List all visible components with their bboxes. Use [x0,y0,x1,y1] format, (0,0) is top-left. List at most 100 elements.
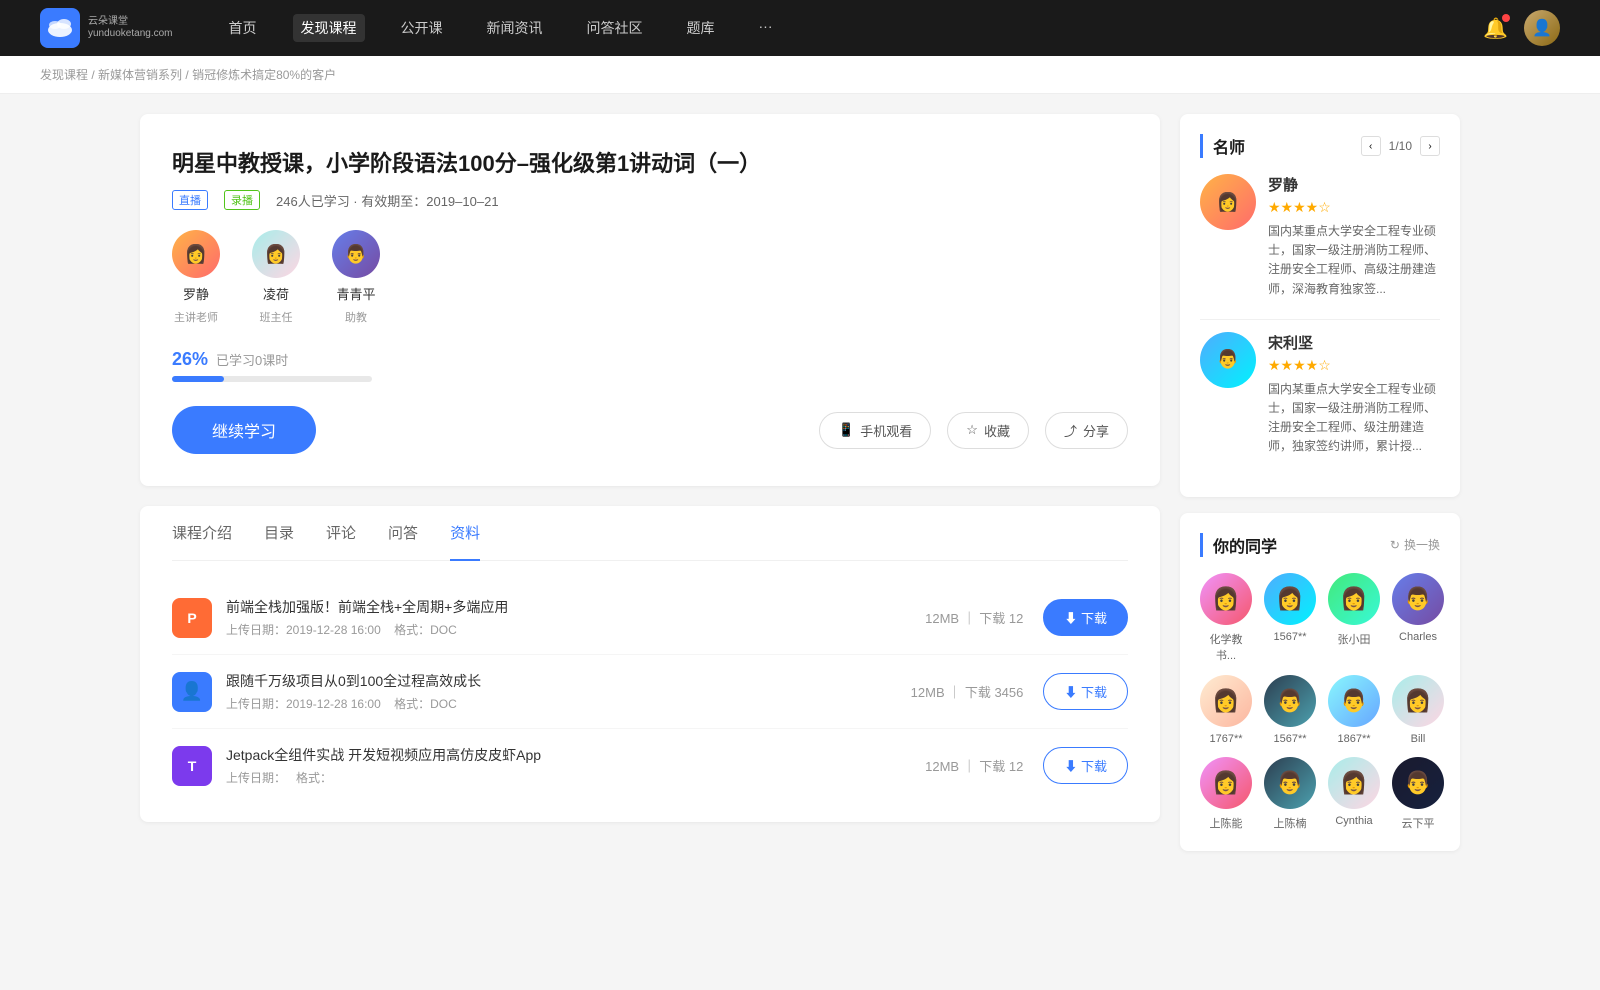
share-icon: ⤴ [1064,421,1077,440]
teachers-next-button[interactable]: › [1420,136,1440,156]
logo-title: 云朵课堂 [88,16,173,28]
collect-button[interactable]: ☆ 收藏 [947,412,1029,449]
file-meta-3: 上传日期： 格式： [226,769,925,786]
teacher-name-luojing: 罗静 [183,284,209,303]
file-name-3: Jetpack全组件实战 开发短视频应用高仿皮皮虾App [226,745,925,765]
classmate-avatar-12: 👨 [1392,757,1444,809]
star-icon: ☆ [966,422,978,438]
breadcrumb-discover[interactable]: 发现课程 [40,68,88,82]
classmates-panel-header: 你的同学 ↻ 换一换 [1200,533,1440,557]
notification-badge [1502,14,1510,22]
logo-subtitle: yunduoketang.com [88,28,173,40]
nav-public[interactable]: 公开课 [393,14,451,42]
teachers-panel-title: 名师 [1200,134,1245,158]
teachers-prev-button[interactable]: ‹ [1361,136,1381,156]
classmates-grid: 👩 化学教书... 👩 1567** 👩 张小田 👨 Charles 👩 [1200,573,1440,831]
breadcrumb: 发现课程 / 新媒体营销系列 / 销冠修炼术搞定80%的客户 [0,56,1600,94]
bell-icon[interactable]: 🔔 [1483,16,1508,41]
classmate-6[interactable]: 👨 1567** [1264,675,1316,745]
breadcrumb-series[interactable]: 新媒体营销系列 [98,68,182,82]
classmate-name-2: 1567** [1273,631,1306,643]
share-button[interactable]: ⤴ 分享 [1045,412,1128,449]
classmate-avatar-6: 👨 [1264,675,1316,727]
download-button-3[interactable]: ⬇ 下载 [1043,747,1128,784]
nav-home[interactable]: 首页 [221,14,265,42]
tab-qa[interactable]: 问答 [388,506,418,561]
classmate-4[interactable]: 👨 Charles [1392,573,1444,663]
action-row: 继续学习 📱 手机观看 ☆ 收藏 ⤴ 分享 [172,406,1128,454]
course-title: 明星中教授课，小学阶段语法100分–强化级第1讲动词（一） [172,146,1128,178]
tc-info-songlijian: 宋利坚 ★★★★☆ 国内某重点大学安全工程专业硕士，国家一级注册消防工程师、注册… [1268,332,1440,457]
tag-live: 直播 [172,190,208,210]
classmate-2[interactable]: 👩 1567** [1264,573,1316,663]
breadcrumb-current: 销冠修炼术搞定80%的客户 [192,68,336,82]
progress-bar-background [172,376,372,382]
classmate-avatar-1: 👩 [1200,573,1252,625]
tc-name-songlijian: 宋利坚 [1268,332,1440,353]
nav-news[interactable]: 新闻资讯 [479,14,551,42]
teacher-card-songlijian: 👨 宋利坚 ★★★★☆ 国内某重点大学安全工程专业硕士，国家一级注册消防工程师、… [1200,332,1440,457]
tc-name-luojing: 罗静 [1268,174,1440,195]
classmate-name-3: 张小田 [1338,631,1371,647]
teacher-name-qingqingping: 青青平 [336,284,375,303]
file-info-2: 跟随千万级项目从0到100全过程高效成长 上传日期：2019-12-28 16:… [226,671,911,712]
classmate-5[interactable]: 👩 1767** [1200,675,1252,745]
classmate-3[interactable]: 👩 张小田 [1328,573,1380,663]
download-button-2[interactable]: ⬇ 下载 [1043,673,1128,710]
file-info-1: 前端全栈加强版！前端全栈+全周期+多端应用 上传日期：2019-12-28 16… [226,597,925,638]
tab-review[interactable]: 评论 [326,506,356,561]
progress-label: 26% 已学习0课时 [172,349,1128,370]
nav-more[interactable]: ··· [751,14,781,42]
user-avatar[interactable]: 👤 [1524,10,1560,46]
file-item-3: T Jetpack全组件实战 开发短视频应用高仿皮皮虾App 上传日期： 格式：… [172,729,1128,802]
refresh-icon: ↻ [1390,538,1400,552]
classmate-1[interactable]: 👩 化学教书... [1200,573,1252,663]
classmate-avatar-8: 👩 [1392,675,1444,727]
tabs-content: P 前端全栈加强版！前端全栈+全周期+多端应用 上传日期：2019-12-28 … [172,561,1128,822]
file-info-3: Jetpack全组件实战 开发短视频应用高仿皮皮虾App 上传日期： 格式： [226,745,925,786]
classmate-name-1: 化学教书... [1200,631,1252,663]
classmates-refresh-button[interactable]: ↻ 换一换 [1390,536,1440,553]
logo[interactable]: 云朵课堂 yunduoketang.com [40,8,173,48]
teacher-card-luojing: 👩 罗静 ★★★★☆ 国内某重点大学安全工程专业硕士，国家一级注册消防工程师、注… [1200,174,1440,299]
nav-right: 🔔 👤 [1483,10,1560,46]
teachers-panel-nav: ‹ 1/10 › [1361,136,1440,156]
classmate-name-6: 1567** [1273,733,1306,745]
classmate-name-9: 上陈能 [1210,815,1243,831]
nav-question[interactable]: 题库 [679,14,723,42]
tab-catalog[interactable]: 目录 [264,506,294,561]
tc-stars-luojing: ★★★★☆ [1268,199,1440,216]
classmates-panel: 你的同学 ↻ 换一换 👩 化学教书... 👩 1567** 👩 张小田 [1180,513,1460,851]
course-meta: 直播 录播 246人已学习 · 有效期至：2019–10–21 [172,190,1128,210]
classmate-8[interactable]: 👩 Bill [1392,675,1444,745]
tc-desc-luojing: 国内某重点大学安全工程专业硕士，国家一级注册消防工程师、注册安全工程师、高级注册… [1268,222,1440,299]
teacher-role-luojing: 主讲老师 [174,309,218,325]
classmate-7[interactable]: 👨 1867** [1328,675,1380,745]
course-card: 明星中教授课，小学阶段语法100分–强化级第1讲动词（一） 直播 录播 246人… [140,114,1160,486]
teacher-role-qingqingping: 助教 [345,309,367,325]
classmate-name-11: Cynthia [1335,815,1372,827]
logo-icon [40,8,80,48]
classmate-11[interactable]: 👩 Cynthia [1328,757,1380,831]
tag-record: 录播 [224,190,260,210]
tab-resources[interactable]: 资料 [450,506,480,561]
download-button-1[interactable]: ⬇ 下载 [1043,599,1128,636]
classmate-name-4: Charles [1399,631,1437,643]
progress-bar-fill [172,376,224,382]
tab-intro[interactable]: 课程介绍 [172,506,232,561]
phone-watch-button[interactable]: 📱 手机观看 [819,412,931,449]
classmate-12[interactable]: 👨 云下平 [1392,757,1444,831]
classmate-avatar-10: 👨 [1264,757,1316,809]
tc-stars-songlijian: ★★★★☆ [1268,357,1440,374]
teacher-role-linghe: 班主任 [260,309,293,325]
classmate-avatar-4: 👨 [1392,573,1444,625]
teacher-linghe: 👩 凌荷 班主任 [252,230,300,325]
nav-discover[interactable]: 发现课程 [293,14,365,42]
nav-qa[interactable]: 问答社区 [579,14,651,42]
file-meta-2: 上传日期：2019-12-28 16:00 格式：DOC [226,695,911,712]
teacher-name-linghe: 凌荷 [263,284,289,303]
tc-desc-songlijian: 国内某重点大学安全工程专业硕士，国家一级注册消防工程师、注册安全工程师、级注册建… [1268,380,1440,457]
continue-study-button[interactable]: 继续学习 [172,406,316,454]
classmate-10[interactable]: 👨 上陈楠 [1264,757,1316,831]
classmate-9[interactable]: 👩 上陈能 [1200,757,1252,831]
